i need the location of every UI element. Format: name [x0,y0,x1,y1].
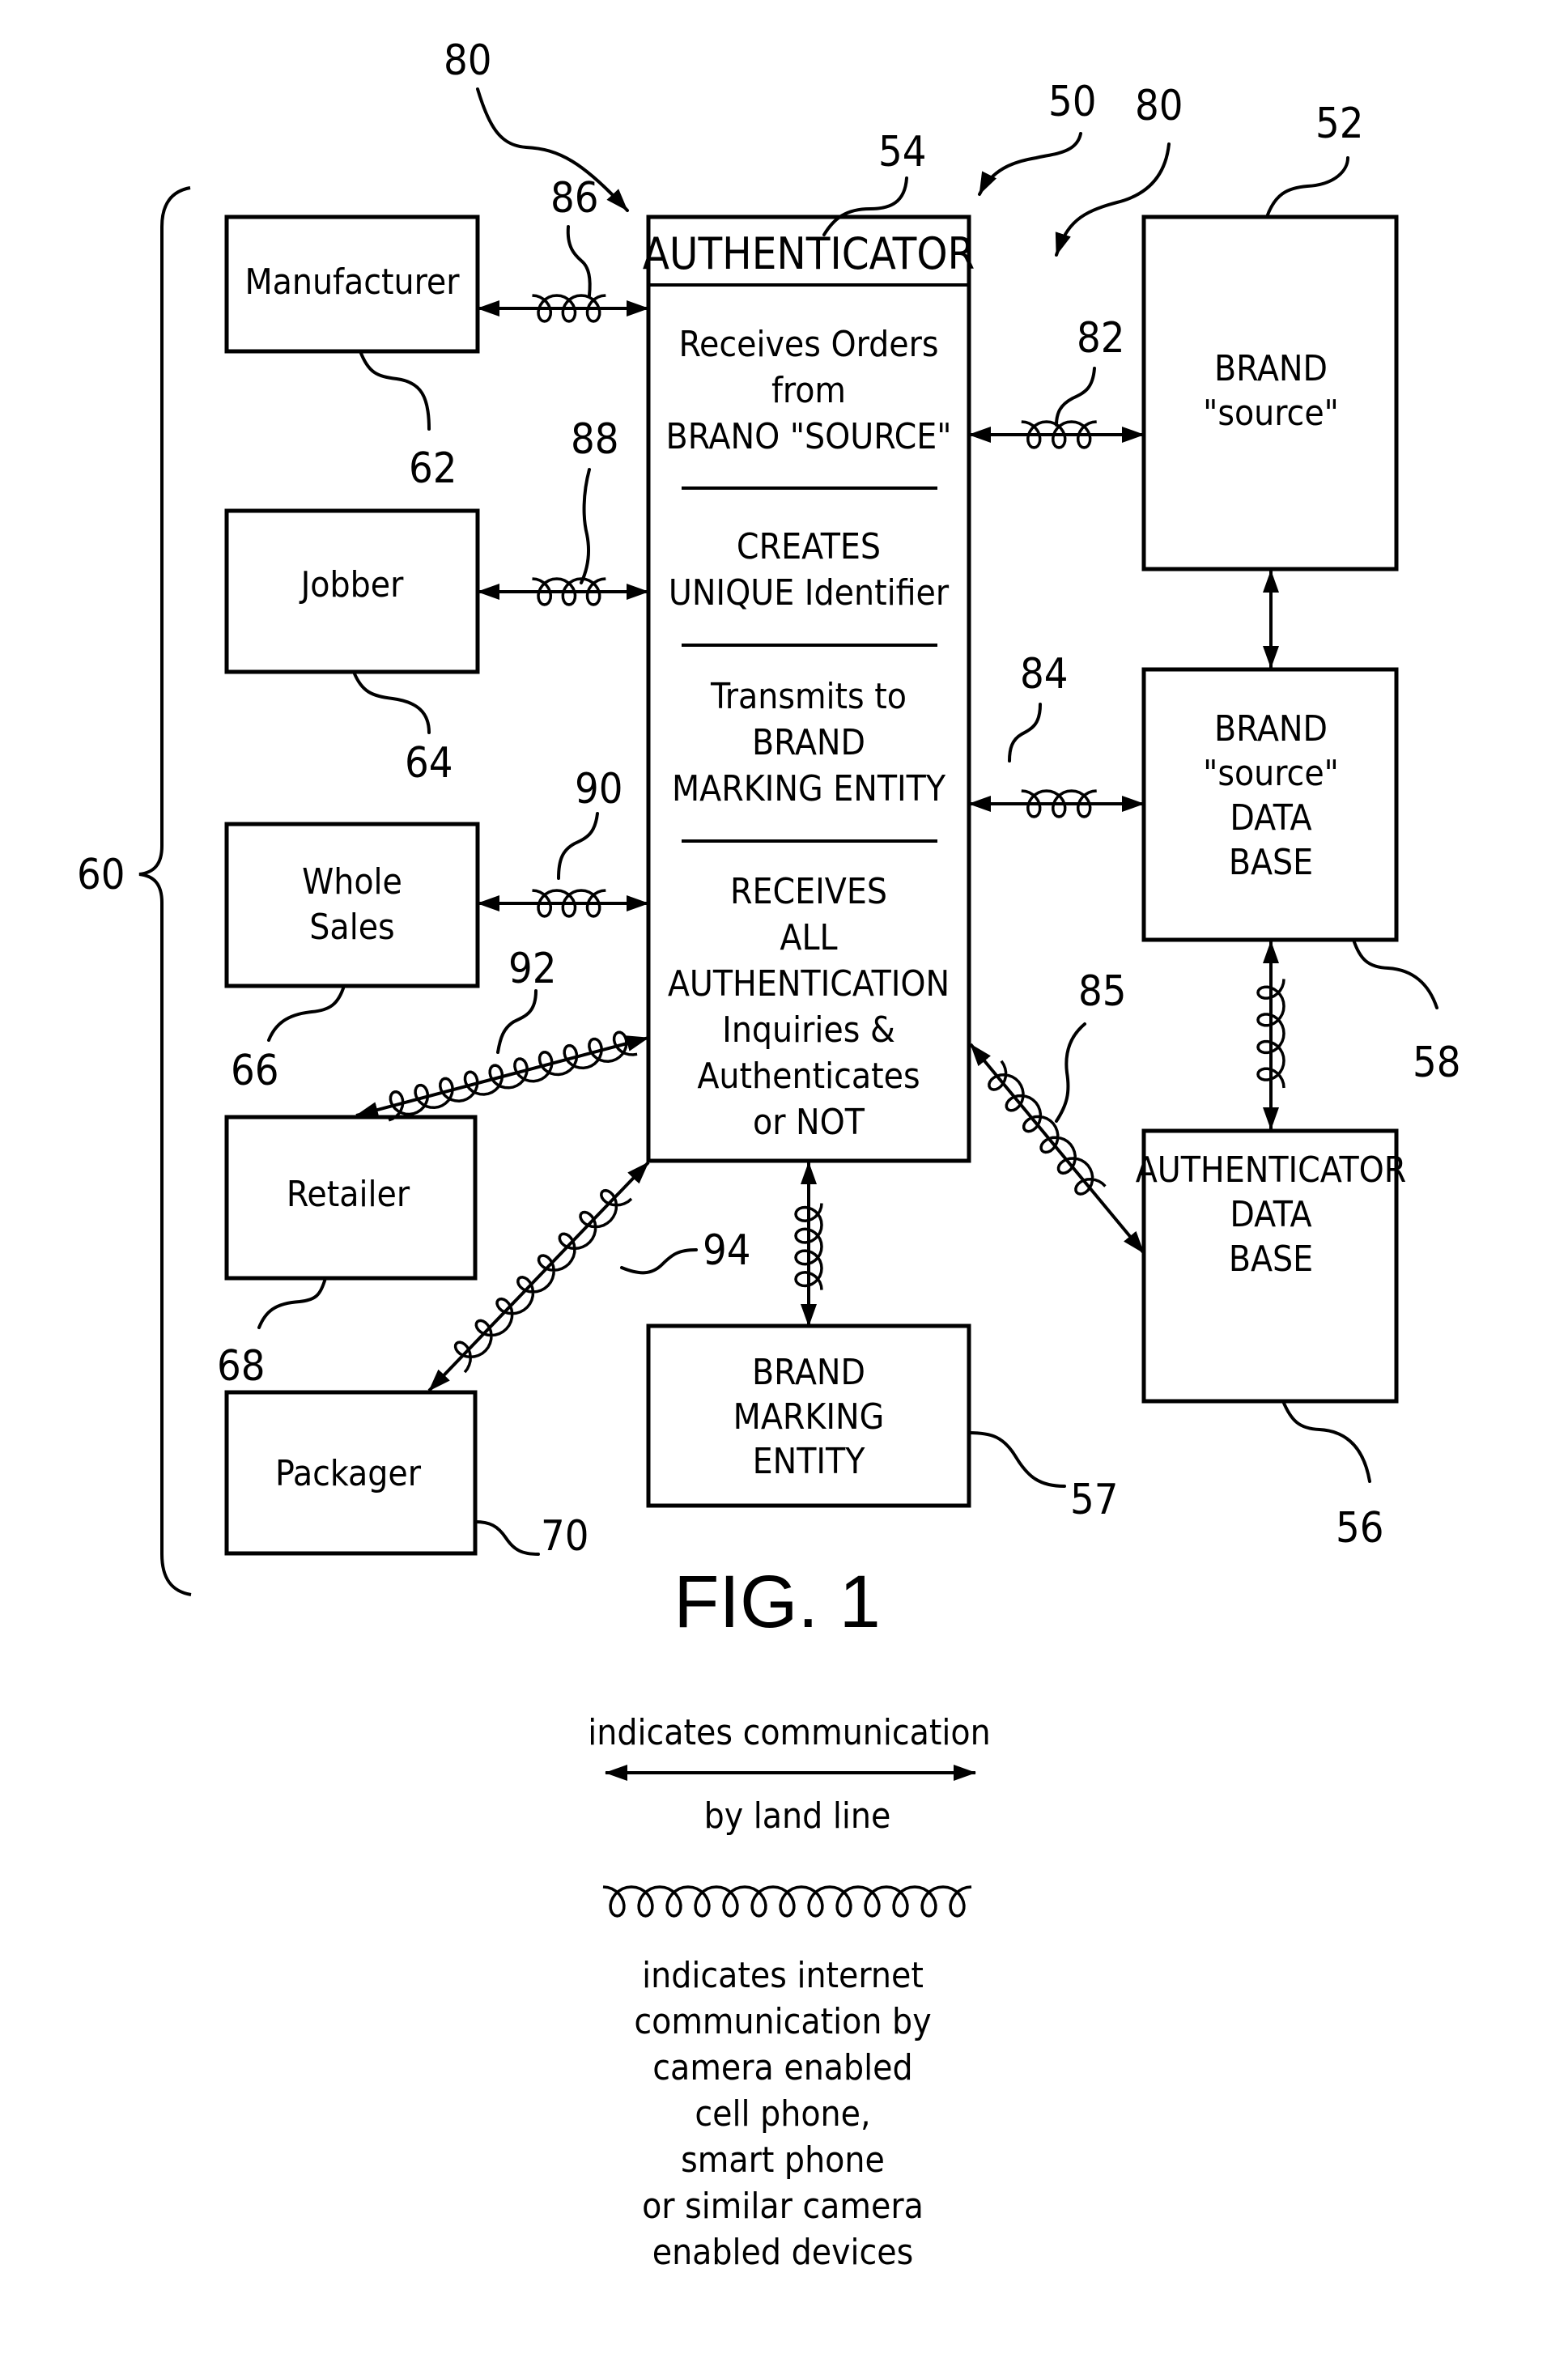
svg-text:Jobber: Jobber [299,564,405,605]
ref-64: 64 [405,739,453,788]
ref-85: 85 [1078,967,1127,1016]
svg-text:AUTHENTICATION: AUTHENTICATION [668,963,950,1005]
svg-text:MARKING ENTITY: MARKING ENTITY [672,768,946,809]
coil-icon [388,1030,638,1122]
svg-text:Authenticates: Authenticates [697,1056,920,1097]
link-brand-source-db [968,789,1145,818]
coil-glyph [602,1885,972,1918]
legend: indicates communication by land line ind… [588,1712,990,2273]
link-source-db-to-auth-db [1256,941,1285,1130]
authenticator-block: AUTHENTICATOR Receives Orders from BRANO… [643,128,975,1163]
svg-text:BRAND: BRAND [1214,348,1328,389]
ref-92: 92 [508,945,557,993]
whole-sales-box: Whole Sales 66 [224,822,480,1095]
ref-66: 66 [231,1047,279,1095]
ref-54: 54 [878,128,927,176]
svg-text:Receives Orders: Receives Orders [678,324,938,365]
ref-90: 90 [575,765,623,814]
svg-text:BRAND: BRAND [752,1352,865,1393]
ref-52: 52 [1315,100,1364,148]
link-authenticator-db [969,1043,1145,1255]
authenticator-title: AUTHENTICATOR [643,228,975,279]
svg-text:CREATES: CREATES [737,526,881,567]
ref-60: 60 [77,851,125,899]
ref-56: 56 [1336,1504,1384,1553]
legend-landline-below: by land line [704,1795,891,1837]
svg-text:BASE: BASE [1229,1238,1313,1280]
legend-landline-above: indicates communication [588,1712,990,1753]
svg-text:Retailer: Retailer [287,1174,410,1215]
svg-text:Whole: Whole [302,861,402,903]
svg-text:ENTITY: ENTITY [753,1441,866,1482]
svg-text:from: from [771,370,846,411]
svg-text:Inquiries &: Inquiries & [722,1009,895,1051]
svg-text:UNIQUE Identifier: UNIQUE Identifier [669,572,950,614]
svg-text:or NOT: or NOT [753,1102,865,1143]
ref-50: 50 [978,78,1097,196]
ref-58: 58 [1413,1039,1461,1087]
svg-text:MARKING: MARKING [733,1396,885,1438]
svg-text:DATA: DATA [1230,797,1311,839]
ref-70: 70 [541,1512,589,1561]
group-brace: 60 [77,186,192,1596]
svg-text:or similar camera: or similar camera [642,2186,924,2227]
svg-text:indicates internet: indicates internet [642,1955,924,1996]
ref-88: 88 [571,415,619,464]
link-whole-sales [477,889,649,918]
link-retailer [355,1030,649,1122]
svg-text:50: 50 [1048,78,1097,126]
ref-94: 94 [703,1226,751,1275]
link-manufacturer [477,294,649,323]
svg-text:DATA: DATA [1230,1194,1311,1235]
svg-text:"source": "source" [1203,393,1339,434]
svg-text:communication by: communication by [634,2001,931,2042]
svg-text:enabled devices: enabled devices [652,2232,914,2273]
svg-text:BASE: BASE [1229,842,1313,883]
retailer-box: Retailer 68 [217,1115,478,1391]
svg-text:Packager: Packager [275,1453,422,1494]
svg-text:BRAND: BRAND [1214,708,1328,750]
jobber-box: Jobber 64 [224,508,480,788]
coil-icon [988,1060,1107,1196]
link-brand-marking [794,1162,823,1327]
svg-text:Manufacturer: Manufacturer [244,261,460,303]
legend-coil-icon [602,1885,972,1918]
link-jobber [477,577,649,606]
svg-text:cell phone,: cell phone, [695,2093,870,2135]
ref-86: 86 [550,174,599,223]
ref-80-left: 80 [444,36,629,212]
svg-text:RECEIVES: RECEIVES [730,871,887,912]
brand-marking-entity-box: BRAND MARKING ENTITY 57 [646,1323,1119,1524]
svg-text:"source": "source" [1203,753,1339,794]
svg-text:80: 80 [444,36,492,85]
fig1-diagram: 60 80 50 80 AUTHENTICATOR Receives Order… [77,36,1461,2273]
svg-text:ALL: ALL [780,917,837,958]
svg-text:AUTHENTICATOR: AUTHENTICATOR [1136,1149,1407,1191]
svg-text:camera enabled: camera enabled [652,2047,912,2088]
authenticator-database-box: AUTHENTICATOR DATA BASE 56 [1136,1128,1407,1553]
svg-text:smart phone: smart phone [681,2139,885,2181]
svg-text:80: 80 [1135,82,1183,130]
figure-caption: FIG. 1 [674,1561,881,1643]
brand-source-database-box: BRAND "source" DATA BASE 58 [1141,667,1461,1087]
svg-text:Sales: Sales [309,907,394,948]
manufacturer-box: Manufacturer 62 [224,215,480,493]
svg-text:BRAND: BRAND [752,722,865,763]
svg-text:BRANO "SOURCE": BRANO "SOURCE" [666,416,952,457]
ref-82: 82 [1077,314,1125,363]
brand-source-box: BRAND "source" 52 [1141,100,1399,571]
svg-text:Transmits to: Transmits to [710,676,907,717]
ref-57: 57 [1070,1476,1119,1524]
ref-84: 84 [1020,650,1069,699]
coil-icon [453,1188,633,1374]
ref-62: 62 [409,444,457,493]
legend-internet-text: indicates internet communication by came… [634,1955,931,2273]
packager-box: Packager 70 [224,1390,589,1561]
ref-68: 68 [217,1342,266,1391]
